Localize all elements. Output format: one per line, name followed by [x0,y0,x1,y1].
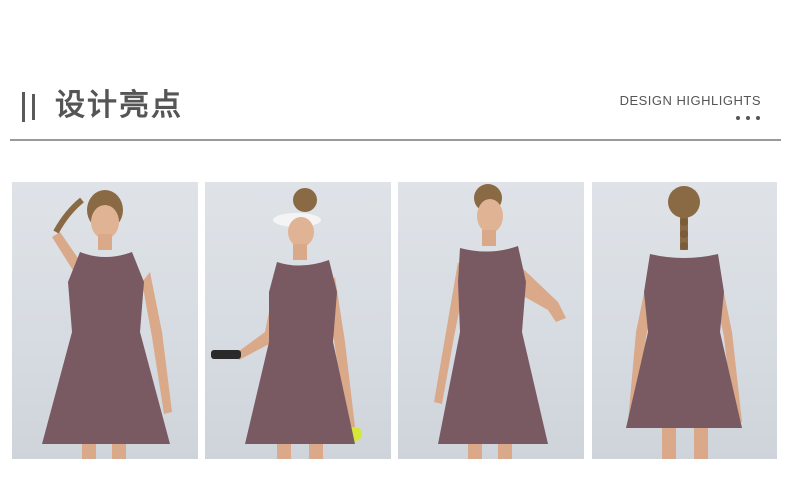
model-back-illustration [626,186,742,459]
header-divider [10,139,781,141]
title-bar [32,94,35,120]
dot [746,116,750,120]
product-photo-side-racket [205,182,391,459]
dot [736,116,740,120]
section-title-en: DESIGN HIGHLIGHTS [619,93,761,108]
model-racket-illustration [211,188,362,459]
title-bars-icon [22,92,42,122]
product-photo-front [12,182,198,459]
more-dots-icon [736,116,760,120]
product-photo-three-quarter [398,182,584,459]
section-title-cn: 设计亮点 [55,88,183,123]
dot [756,116,760,120]
section-header: 设计亮点 DESIGN HIGHLIGHTS [0,0,790,150]
photo-gallery [12,182,779,459]
model-front-illustration [42,190,172,459]
title-bar [22,92,25,122]
product-photo-back [592,182,777,459]
model-pose-illustration [434,184,566,459]
